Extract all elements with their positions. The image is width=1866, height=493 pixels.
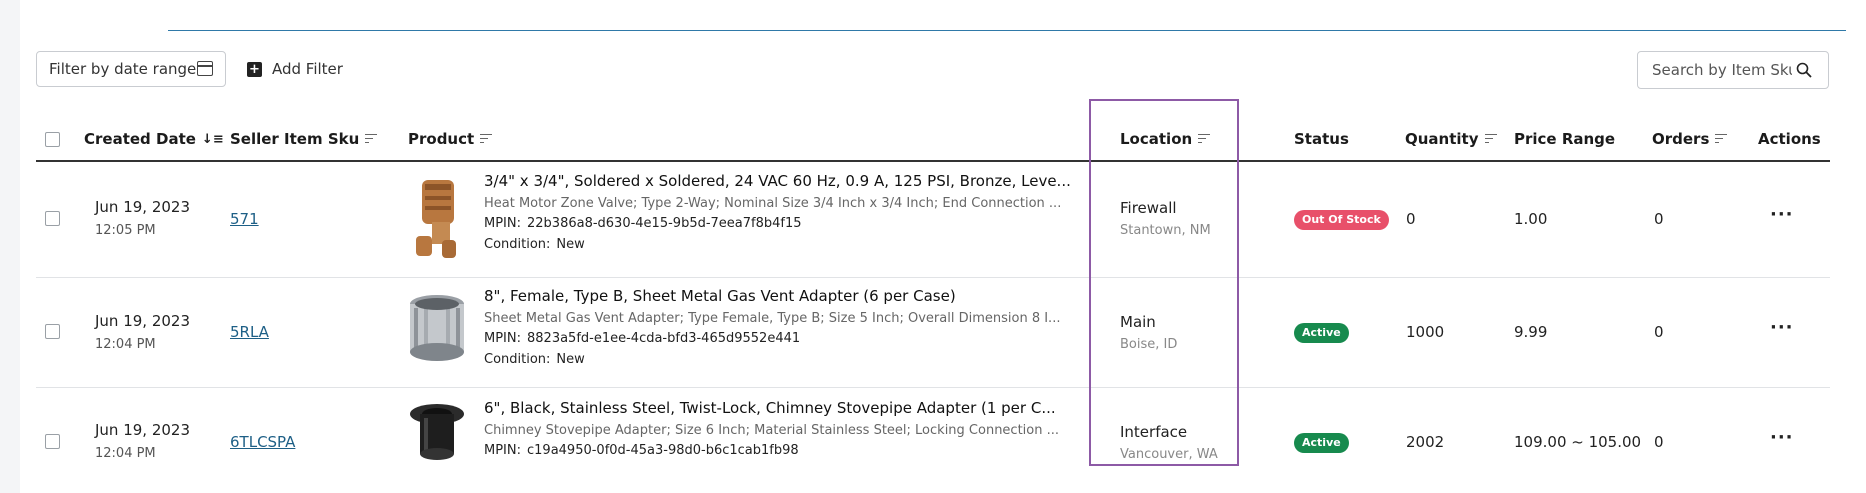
quantity-value: 2002 [1406, 433, 1445, 451]
header-divider [36, 160, 1830, 162]
mpin-label: MPIN: [484, 216, 521, 231]
date-range-filter-label: Filter by date range [49, 60, 197, 78]
condition-value: New [556, 237, 585, 252]
mpin-value: 22b386a8-d630-4e15-9b5d-7eea7f8b4f15 [527, 216, 802, 231]
more-actions-icon[interactable]: ··· [1770, 317, 1794, 338]
quantity-value: 0 [1406, 210, 1416, 228]
col-header-seller-item-sku-label: Seller Item Sku [230, 130, 360, 148]
search-icon[interactable] [1796, 62, 1812, 78]
quantity-value: 1000 [1406, 323, 1445, 341]
row-checkbox[interactable] [45, 211, 60, 226]
location-column-highlight [1089, 99, 1239, 466]
orders-value: 0 [1654, 323, 1664, 341]
add-filter-button[interactable]: + Add Filter [247, 58, 343, 80]
row-checkbox[interactable] [45, 434, 60, 449]
price-range-value: 1.00 [1514, 210, 1548, 228]
status-badge: Out Of Stock [1294, 210, 1389, 230]
row-divider [36, 277, 1830, 278]
created-date: Jun 19, 2023 12:04 PM [95, 312, 190, 352]
row-checkbox[interactable] [45, 324, 60, 339]
condition-value: New [556, 352, 585, 367]
top-divider [168, 30, 1846, 31]
product-description: Heat Motor Zone Valve; Type 2-Way; Nomin… [484, 196, 1062, 211]
status-badge: Active [1294, 323, 1349, 343]
row-divider [36, 387, 1830, 388]
product-description: Sheet Metal Gas Vent Adapter; Type Femal… [484, 311, 1061, 326]
price-range-value: 109.00 ~ 105.00 [1514, 433, 1642, 451]
created-date-time: 12:04 PM [95, 446, 156, 461]
mpin-value: c19a4950-0f0d-45a3-98d0-b6c1cab1fb98 [527, 443, 799, 458]
vent-adapter-product-image [410, 295, 464, 361]
col-header-product[interactable]: Product [408, 130, 493, 148]
select-all-checkbox[interactable] [45, 132, 60, 147]
seller-item-sku-link[interactable]: 5RLA [230, 323, 269, 341]
seller-item-sku-link[interactable]: 6TLCSPA [230, 433, 295, 451]
condition-label: Condition: [484, 352, 551, 367]
sku-search-box[interactable] [1637, 51, 1829, 89]
col-header-actions-label: Actions [1758, 130, 1821, 148]
more-actions-icon[interactable]: ··· [1770, 204, 1794, 225]
product-title[interactable]: 3/4" x 3/4", Soldered x Soldered, 24 VAC… [484, 172, 1071, 190]
sort-desc-icon[interactable]: ↓≡ [202, 132, 224, 147]
more-actions-icon[interactable]: ··· [1770, 427, 1794, 448]
created-date: Jun 19, 2023 12:05 PM [95, 198, 190, 238]
col-header-orders-label: Orders [1652, 130, 1710, 148]
created-date-day: Jun 19, 2023 [95, 198, 191, 216]
sort-icon[interactable] [365, 134, 378, 144]
condition-label: Condition: [484, 237, 551, 252]
price-range-value: 9.99 [1514, 323, 1548, 341]
orders-value: 0 [1654, 433, 1664, 451]
col-header-product-label: Product [408, 130, 475, 148]
col-header-quantity-label: Quantity [1405, 130, 1479, 148]
zone-valve-product-image [416, 180, 456, 258]
mpin-label: MPIN: [484, 443, 521, 458]
col-header-created-date-label: Created Date [84, 130, 196, 148]
col-header-orders[interactable]: Orders [1652, 130, 1728, 148]
created-date-time: 12:05 PM [95, 223, 156, 238]
col-header-price-range: Price Range [1514, 130, 1615, 148]
col-header-status-label: Status [1294, 130, 1349, 148]
col-header-actions: Actions [1758, 130, 1821, 148]
sort-icon[interactable] [480, 134, 493, 144]
product-title[interactable]: 6", Black, Stainless Steel, Twist-Lock, … [484, 399, 1059, 417]
product-description: Chimney Stovepipe Adapter; Size 6 Inch; … [484, 423, 1060, 438]
product-title[interactable]: 8", Female, Type B, Sheet Metal Gas Vent… [484, 287, 1060, 305]
date-range-filter[interactable]: Filter by date range [36, 51, 226, 87]
add-filter-label: Add Filter [272, 60, 343, 78]
created-date-day: Jun 19, 2023 [95, 421, 191, 439]
col-header-price-range-label: Price Range [1514, 130, 1616, 148]
created-date-day: Jun 19, 2023 [95, 312, 191, 330]
orders-value: 0 [1654, 210, 1664, 228]
sort-icon[interactable] [1484, 134, 1497, 144]
col-header-status: Status [1294, 130, 1349, 148]
stovepipe-adapter-product-image [410, 404, 464, 460]
mpin-label: MPIN: [484, 331, 521, 346]
sku-search-input[interactable] [1650, 60, 1794, 80]
calendar-icon [197, 61, 213, 76]
plus-icon: + [247, 61, 262, 77]
sort-icon[interactable] [1715, 134, 1728, 144]
created-date-time: 12:04 PM [95, 337, 156, 352]
created-date: Jun 19, 2023 12:04 PM [95, 421, 190, 461]
mpin-value: 8823a5fd-e1ee-4cda-bfd3-465d9552e441 [527, 331, 801, 346]
status-badge: Active [1294, 433, 1349, 453]
col-header-quantity[interactable]: Quantity [1405, 130, 1497, 148]
col-header-created-date[interactable]: Created Date ↓≡ [84, 130, 224, 148]
seller-item-sku-link[interactable]: 571 [230, 210, 259, 228]
col-header-seller-item-sku[interactable]: Seller Item Sku [230, 130, 378, 148]
